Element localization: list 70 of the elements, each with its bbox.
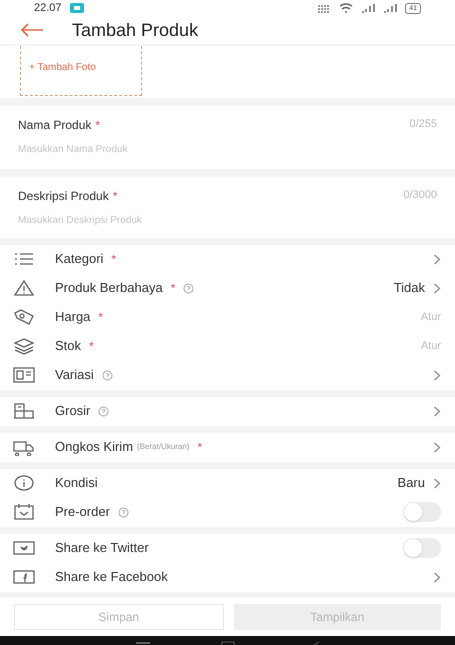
settings-row[interactable]: Pre-order xyxy=(0,498,455,526)
field-label: Deskripsi Produk xyxy=(18,188,109,204)
back-arrow-icon[interactable] xyxy=(20,23,44,37)
info-icon xyxy=(13,474,35,492)
required-mark: * xyxy=(89,338,94,355)
required-mark: * xyxy=(111,251,116,268)
required-mark: * xyxy=(98,309,104,326)
help-icon[interactable] xyxy=(118,506,129,518)
settings-row[interactable]: Produk Berbahaya * Tidak xyxy=(0,274,455,302)
status-time: 22.07 xyxy=(34,1,62,16)
row-value: Tidak xyxy=(394,279,425,298)
layers-icon xyxy=(13,337,35,355)
chevron-icon xyxy=(433,406,441,416)
signal-icon xyxy=(383,3,398,14)
tag-icon xyxy=(13,308,35,326)
row-value: Baru xyxy=(398,474,425,492)
chevron-icon xyxy=(433,478,441,488)
chevron-icon xyxy=(433,370,441,380)
facebook-icon xyxy=(13,568,35,586)
row-value: Atur xyxy=(420,338,441,354)
boxes-icon xyxy=(13,402,35,420)
settings-row[interactable]: Ongkos Kirim (Berat/Ukuran) * xyxy=(0,432,455,462)
calendar-icon xyxy=(13,503,35,521)
settings-row[interactable]: Share ke Twitter xyxy=(0,534,455,562)
settings-row[interactable]: Stok * Atur xyxy=(0,332,455,360)
help-icon[interactable] xyxy=(102,370,113,380)
row-label: Grosir xyxy=(55,402,90,420)
input-field[interactable]: Masukkan Nama Produk xyxy=(18,142,437,156)
toggle-switch[interactable] xyxy=(403,502,441,522)
input-field[interactable]: Masukkan Deskripsi Produk xyxy=(18,212,437,228)
row-label: Harga xyxy=(55,308,90,326)
required-mark: * xyxy=(112,188,118,204)
row-label: Share ke Twitter xyxy=(55,539,149,558)
row-label: Kategori xyxy=(55,250,104,268)
settings-row[interactable]: Grosir xyxy=(0,396,455,426)
row-label: Produk Berbahaya xyxy=(55,279,163,298)
chevron-icon xyxy=(433,572,441,582)
row-label: Pre-order xyxy=(55,503,110,522)
settings-row[interactable]: Kategori * xyxy=(0,244,455,274)
row-label: Variasi xyxy=(55,366,94,384)
char-counter: 0/255 xyxy=(409,117,437,132)
row-value: Atur xyxy=(420,310,441,325)
row-label: Share ke Facebook xyxy=(55,568,168,586)
variant-icon xyxy=(13,366,35,384)
settings-row[interactable]: Variasi xyxy=(0,360,455,390)
row-sublabel: (Berat/Ukuran) xyxy=(137,441,190,453)
required-mark: * xyxy=(170,280,176,297)
help-icon[interactable] xyxy=(183,282,194,294)
page-title: Tambah Produk xyxy=(72,18,198,42)
required-mark: * xyxy=(95,116,100,134)
chevron-icon xyxy=(433,282,441,294)
required-mark: * xyxy=(198,439,202,456)
help-icon[interactable] xyxy=(98,406,110,416)
settings-row[interactable]: Share ke Facebook xyxy=(0,562,455,592)
data-speed-icon xyxy=(317,3,332,14)
settings-row[interactable]: Kondisi Baru xyxy=(0,468,455,498)
toggle-switch[interactable] xyxy=(403,538,441,558)
signal-icon xyxy=(361,3,376,14)
settings-row[interactable]: Harga * Atur xyxy=(0,302,455,332)
char-counter: 0/3000 xyxy=(403,188,437,204)
row-label: Kondisi xyxy=(55,474,98,492)
notification-icon xyxy=(70,3,84,14)
row-label: Stok xyxy=(55,337,82,356)
wifi-icon xyxy=(339,3,354,14)
chevron-icon xyxy=(433,442,441,452)
twitter-icon xyxy=(13,539,35,557)
row-label: Ongkos Kirim xyxy=(55,438,134,456)
chevron-icon xyxy=(433,254,441,264)
warning-icon xyxy=(13,279,35,297)
field-label: Nama Produk xyxy=(18,116,92,134)
